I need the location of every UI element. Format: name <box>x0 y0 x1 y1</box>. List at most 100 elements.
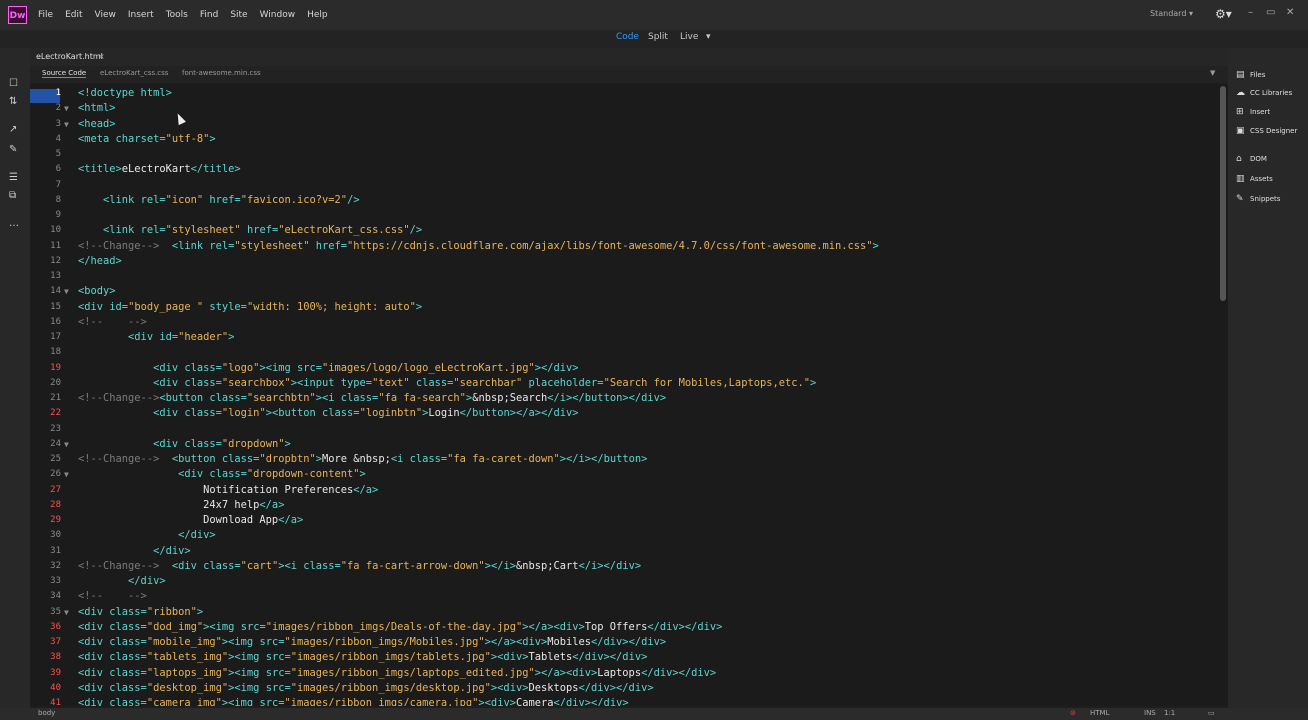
split-view-button[interactable]: Split <box>648 32 668 42</box>
code-line[interactable]: 18 <box>30 345 1218 360</box>
code-token: class= <box>409 453 448 465</box>
panel-cc-libraries[interactable]: ☁ CC Libraries <box>1236 86 1292 100</box>
code-line[interactable]: 24 ▼ <div class="dropdown"> <box>30 437 1218 452</box>
code-line[interactable]: 21 <!--Change--><button class="searchbtn"… <box>30 391 1218 406</box>
fold-arrow-icon[interactable]: ▼ <box>64 437 69 452</box>
fold-arrow-icon[interactable]: ▼ <box>64 605 69 620</box>
chevron-down-icon[interactable]: ▾ <box>706 32 711 42</box>
code-line[interactable]: 19 <div class="logo"><img src="images/lo… <box>30 361 1218 376</box>
code-line[interactable]: 34 <!-- --> <box>30 589 1218 604</box>
fold-arrow-icon[interactable]: ▼ <box>64 117 69 132</box>
code-line[interactable]: 27 Notification Preferences</a> <box>30 483 1218 498</box>
panel-dom[interactable]: ⌂ DOM <box>1236 152 1267 166</box>
workspace-switcher[interactable]: Standard ▾ <box>1150 9 1193 18</box>
code-token: > <box>359 468 366 481</box>
sort-icon[interactable]: ⇅ <box>9 96 17 107</box>
maximize-icon[interactable]: ▭ <box>1266 7 1275 18</box>
code-line[interactable]: 11 <!--Change--> <link rel="stylesheet" h… <box>30 239 1218 254</box>
code-line[interactable]: 33 </div> <box>30 574 1218 589</box>
code-line[interactable]: 37 <div class="mobile_img"><img src="imag… <box>30 635 1218 650</box>
code-line[interactable]: 3 ▼ <head> <box>30 117 1218 132</box>
language-selector[interactable]: HTML <box>1090 709 1109 717</box>
code-line[interactable]: 25 <!--Change--> <button class="dropbtn">… <box>30 452 1218 467</box>
menu-file[interactable]: File <box>38 10 53 20</box>
panel-files[interactable]: ▤ Files <box>1236 68 1265 82</box>
panel-assets[interactable]: ▥ Assets <box>1236 172 1273 186</box>
panel-insert[interactable]: ⊞ Insert <box>1236 105 1270 119</box>
code-line[interactable]: 6 <title>eLectroKart</title> <box>30 162 1218 177</box>
fold-arrow-icon[interactable]: ▼ <box>64 284 69 299</box>
code-line[interactable]: 20 <div class="searchbox"><input type="t… <box>30 376 1218 391</box>
code-editor[interactable]: 1 <!doctype html> 2 ▼ <html> 3 ▼ <head> 4 <meta c… <box>30 84 1218 706</box>
code-token: <div <box>78 697 110 706</box>
menu-find[interactable]: Find <box>200 10 218 20</box>
code-line[interactable]: 10 <link rel="stylesheet" href="eLectroK… <box>30 223 1218 238</box>
code-line[interactable]: 4 <meta charset="utf-8"> <box>30 132 1218 147</box>
code-line[interactable]: 13 <box>30 269 1218 284</box>
code-line[interactable]: 1 <!doctype html> <box>30 86 1218 103</box>
document-tab[interactable]: eLectroKart.html <box>36 52 103 61</box>
gear-icon[interactable]: ⚙▾ <box>1215 7 1232 21</box>
editor-scrollbar[interactable] <box>1218 84 1228 706</box>
code-line[interactable]: 9 <box>30 208 1218 223</box>
tag-selector[interactable]: body <box>38 709 55 717</box>
code-line[interactable]: 15 <div id="body_page " style="width: 100… <box>30 300 1218 315</box>
code-line[interactable]: 7 <box>30 178 1218 193</box>
code-line[interactable]: 28 24x7 help</a> <box>30 498 1218 513</box>
code-line[interactable]: 41 <div class="camera_img"><img src="imag… <box>30 696 1218 706</box>
menu-site[interactable]: Site <box>230 10 247 20</box>
related-file-css[interactable]: eLectroKart_css.css <box>100 69 168 77</box>
fold-arrow-icon[interactable]: ▼ <box>64 101 69 116</box>
code-line[interactable]: 12 </head> <box>30 254 1218 269</box>
menu-view[interactable]: View <box>95 10 116 20</box>
code-line[interactable]: 32 <!--Change--> <div class="cart"><i cla… <box>30 559 1218 574</box>
expand-icon[interactable]: ↗ <box>9 124 17 135</box>
menu-window[interactable]: Window <box>260 10 296 20</box>
more-icon[interactable]: … <box>9 218 19 229</box>
code-line[interactable]: 16 <!-- --> <box>30 315 1218 330</box>
menu-help[interactable]: Help <box>307 10 328 20</box>
code-text: <div class="laptops_img"><img src="image… <box>78 666 716 681</box>
code-line[interactable]: 23 <box>30 422 1218 437</box>
live-view-button[interactable]: Live <box>680 32 698 42</box>
code-line[interactable]: 40 <div class="desktop_img"><img src="ima… <box>30 681 1218 696</box>
comment-icon[interactable]: ☰ <box>9 172 18 183</box>
code-token: "utf-8" <box>165 132 210 145</box>
related-file-source[interactable]: Source Code <box>42 69 87 78</box>
code-line[interactable]: 39 <div class="laptops_img"><img src="ima… <box>30 666 1218 681</box>
code-line[interactable]: 5 <box>30 147 1218 162</box>
code-line[interactable]: 36 <div class="dod_img"><img src="images/… <box>30 620 1218 635</box>
code-line[interactable]: 30 </div> <box>30 528 1218 543</box>
window-size-icon[interactable]: ▭ <box>1208 709 1215 717</box>
panel-snippets[interactable]: ✎ Snippets <box>1236 192 1280 206</box>
code-line[interactable]: 35 ▼ <div class="ribbon"> <box>30 605 1218 620</box>
code-line[interactable]: 29 Download App</a> <box>30 513 1218 528</box>
code-line[interactable]: 31 </div> <box>30 544 1218 559</box>
code-line[interactable]: 17 <div id="header"> <box>30 330 1218 345</box>
code-line[interactable]: 38 <div class="tablets_img"><img src="ima… <box>30 650 1218 665</box>
code-line[interactable]: 26 ▼ <div class="dropdown-content"> <box>30 467 1218 482</box>
menu-edit[interactable]: Edit <box>65 10 82 20</box>
code-text: <!doctype html> <box>78 86 172 101</box>
code-line[interactable]: 14 ▼ <body> <box>30 284 1218 299</box>
code-line[interactable]: 8 <link rel="icon" href="favicon.ico?v=2… <box>30 193 1218 208</box>
scrollbar-thumb[interactable] <box>1220 86 1226 301</box>
code-line[interactable]: 2 ▼ <html> <box>30 101 1218 116</box>
close-icon[interactable]: × <box>98 52 105 61</box>
line-number: 26 <box>50 469 61 480</box>
minimize-icon[interactable]: – <box>1248 7 1253 18</box>
panel-css-designer[interactable]: ▣ CSS Designer <box>1236 124 1297 138</box>
code-token: </div></div> <box>591 636 667 648</box>
code-view-button[interactable]: Code <box>616 32 639 42</box>
snippet-icon[interactable]: ⧉ <box>9 190 16 201</box>
close-icon[interactable]: ✕ <box>1286 7 1294 18</box>
related-file-fontawesome[interactable]: font-awesome.min.css <box>182 69 261 77</box>
file-icon[interactable]: ☐ <box>9 78 18 89</box>
filter-icon[interactable]: ▼ <box>1210 69 1215 77</box>
code-line[interactable]: 22 <div class="login"><button class="log… <box>30 406 1218 421</box>
fold-arrow-icon[interactable]: ▼ <box>64 467 69 482</box>
code-token: "images/ribbon_imgs/tablets.jpg" <box>290 651 491 664</box>
menu-tools[interactable]: Tools <box>166 10 188 20</box>
brush-icon[interactable]: ✎ <box>9 144 17 155</box>
menu-insert[interactable]: Insert <box>128 10 154 20</box>
